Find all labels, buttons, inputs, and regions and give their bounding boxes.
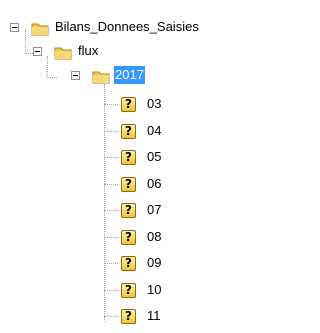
folder-tree: Bilans_Donnees_Saisies flux 2017 ? 03? 04?… <box>0 0 247 333</box>
unknown-file-icon: ? <box>121 97 136 112</box>
tree-item[interactable]: ? 04 <box>0 121 247 141</box>
tree-item[interactable]: ? 07 <box>0 200 247 220</box>
folder-icon <box>31 23 49 36</box>
tree-node-label-selected: 2017 <box>114 66 145 84</box>
tree-item[interactable]: ? 03 <box>0 94 247 114</box>
tree-item[interactable]: ? 10 <box>0 280 247 300</box>
tree-line <box>104 183 118 185</box>
tree-line <box>104 130 118 132</box>
tree-line <box>104 289 118 291</box>
unknown-file-icon: ? <box>121 309 136 324</box>
tree-item[interactable]: ? 08 <box>0 227 247 247</box>
folder-icon <box>92 71 110 84</box>
tree-node-2017[interactable]: 2017 <box>0 65 247 85</box>
tree-item[interactable]: ? 09 <box>0 253 247 273</box>
tree-item[interactable]: ? 06 <box>0 174 247 194</box>
tree-item-label: 09 <box>147 255 162 270</box>
unknown-file-icon: ? <box>121 229 136 245</box>
tree-line <box>104 157 118 158</box>
tree-line <box>104 316 118 317</box>
tree-item[interactable]: ? 11 <box>0 306 247 326</box>
collapse-toggle[interactable] <box>33 47 42 56</box>
tree-item-label: 11 <box>147 308 161 323</box>
tree-item-label: 08 <box>147 228 162 244</box>
collapse-toggle[interactable] <box>71 71 80 80</box>
unknown-file-icon: ? <box>121 203 136 218</box>
tree-item-label: 06 <box>147 175 162 191</box>
tree-item-label: 05 <box>147 149 162 164</box>
tree-item-label: 04 <box>147 122 162 138</box>
folder-icon <box>54 47 72 60</box>
tree-item-label: 03 <box>147 96 162 111</box>
tree-line <box>104 236 118 238</box>
tree-line <box>104 210 118 211</box>
unknown-file-icon: ? <box>121 123 136 139</box>
tree-line <box>104 263 118 264</box>
unknown-file-icon: ? <box>121 282 136 298</box>
tree-node-label: Bilans_Donnees_Saisies <box>55 19 199 34</box>
tree-node-label: flux <box>78 43 99 58</box>
tree-item[interactable]: ? 05 <box>0 147 247 167</box>
unknown-file-icon: ? <box>121 176 136 192</box>
tree-item-label: 10 <box>147 281 162 297</box>
unknown-file-icon: ? <box>121 256 136 271</box>
tree-item-label: 07 <box>147 202 162 217</box>
tree-node-root[interactable]: Bilans_Donnees_Saisies <box>0 17 247 37</box>
collapse-toggle[interactable] <box>10 23 19 32</box>
unknown-file-icon: ? <box>121 150 136 165</box>
tree-node-flux[interactable]: flux <box>0 41 247 61</box>
tree-line <box>104 104 118 105</box>
